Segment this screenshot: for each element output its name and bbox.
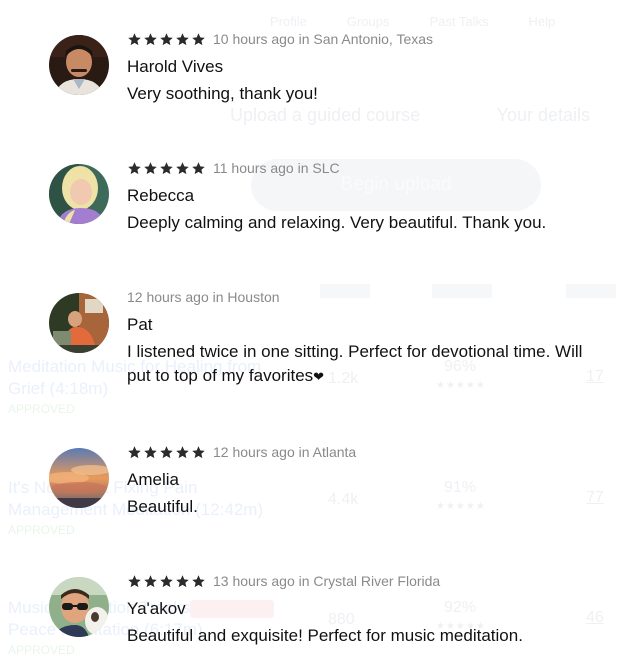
person-sitting-avatar[interactable] xyxy=(49,293,109,353)
review-meta-line: 11 hours ago in SLC xyxy=(127,158,607,178)
man-with-dog-avatar[interactable] xyxy=(49,577,109,637)
rating-stars xyxy=(127,574,206,589)
star-icon xyxy=(127,32,142,47)
star-icon xyxy=(127,574,142,589)
heart-icon: ❤ xyxy=(313,369,325,384)
review-meta: 12 hours ago in Houston xyxy=(127,289,280,305)
review-comment: Deeply calming and relaxing. Very beauti… xyxy=(127,213,547,232)
star-icon xyxy=(127,161,142,176)
review-body: 12 hours ago in Atlanta Amelia Beautiful… xyxy=(127,442,607,519)
rating-stars xyxy=(127,161,206,176)
reviewer-name: Pat xyxy=(127,315,153,334)
review-meta: 13 hours ago in Crystal River Florida xyxy=(213,573,441,589)
review-meta-line: 13 hours ago in Crystal River Florida xyxy=(127,571,607,591)
review-comment: Beautiful and exquisite! Perfect for mus… xyxy=(127,626,523,645)
sunset-clouds-avatar[interactable] xyxy=(49,448,109,508)
review-meta-line: 10 hours ago in San Antonio, Texas xyxy=(127,29,607,49)
review-meta-line: 12 hours ago in Atlanta xyxy=(127,442,607,462)
star-icon xyxy=(159,574,174,589)
review-item: 11 hours ago in SLC Rebecca Deeply calmi… xyxy=(49,160,609,264)
review-body: 10 hours ago in San Antonio, Texas Harol… xyxy=(127,29,607,106)
reviewer-name: Amelia xyxy=(127,470,179,489)
page: Profile Groups Past Talks Help Upload a … xyxy=(0,0,624,667)
review-comment-text: I listened twice in one sitting. Perfect… xyxy=(127,342,583,385)
review-comment: Beautiful. xyxy=(127,497,198,516)
star-icon xyxy=(175,161,190,176)
review-comment: I listened twice in one sitting. Perfect… xyxy=(127,340,607,389)
review-body: 11 hours ago in SLC Rebecca Deeply calmi… xyxy=(127,158,607,235)
rating-stars xyxy=(127,445,206,460)
review-meta: 12 hours ago in Atlanta xyxy=(213,444,357,460)
star-icon xyxy=(191,445,206,460)
reviewer-name: Harold Vives xyxy=(127,57,224,76)
star-icon xyxy=(191,161,206,176)
star-icon xyxy=(159,161,174,176)
review-item: 12 hours ago in Houston Pat I listened t… xyxy=(49,289,609,393)
rating-stars xyxy=(127,32,206,47)
review-meta-line: 12 hours ago in Houston xyxy=(127,287,607,307)
star-icon xyxy=(175,32,190,47)
review-comment: Very soothing, thank you! xyxy=(127,84,318,103)
review-meta: 11 hours ago in SLC xyxy=(213,160,340,176)
review-item: 10 hours ago in San Antonio, Texas Harol… xyxy=(49,31,609,135)
review-item: 13 hours ago in Crystal River Florida Ya… xyxy=(49,573,609,667)
star-icon xyxy=(143,445,158,460)
review-body: 12 hours ago in Houston Pat I listened t… xyxy=(127,287,607,389)
star-icon xyxy=(175,445,190,460)
review-item: 12 hours ago in Atlanta Amelia Beautiful… xyxy=(49,444,609,548)
review-body: 13 hours ago in Crystal River Florida Ya… xyxy=(127,571,607,648)
woman-portrait-avatar[interactable] xyxy=(49,164,109,224)
star-icon xyxy=(143,574,158,589)
reviews-list: 10 hours ago in San Antonio, Texas Harol… xyxy=(0,0,624,667)
man-portrait-avatar[interactable] xyxy=(49,35,109,95)
reviewer-name: Ya'akov xyxy=(127,599,186,618)
star-icon xyxy=(127,445,142,460)
star-icon xyxy=(175,574,190,589)
star-icon xyxy=(143,32,158,47)
star-icon xyxy=(191,574,206,589)
star-icon xyxy=(143,161,158,176)
reviewer-name: Rebecca xyxy=(127,186,195,205)
star-icon xyxy=(159,32,174,47)
star-icon xyxy=(159,445,174,460)
review-meta: 10 hours ago in San Antonio, Texas xyxy=(213,31,434,47)
star-icon xyxy=(191,32,206,47)
